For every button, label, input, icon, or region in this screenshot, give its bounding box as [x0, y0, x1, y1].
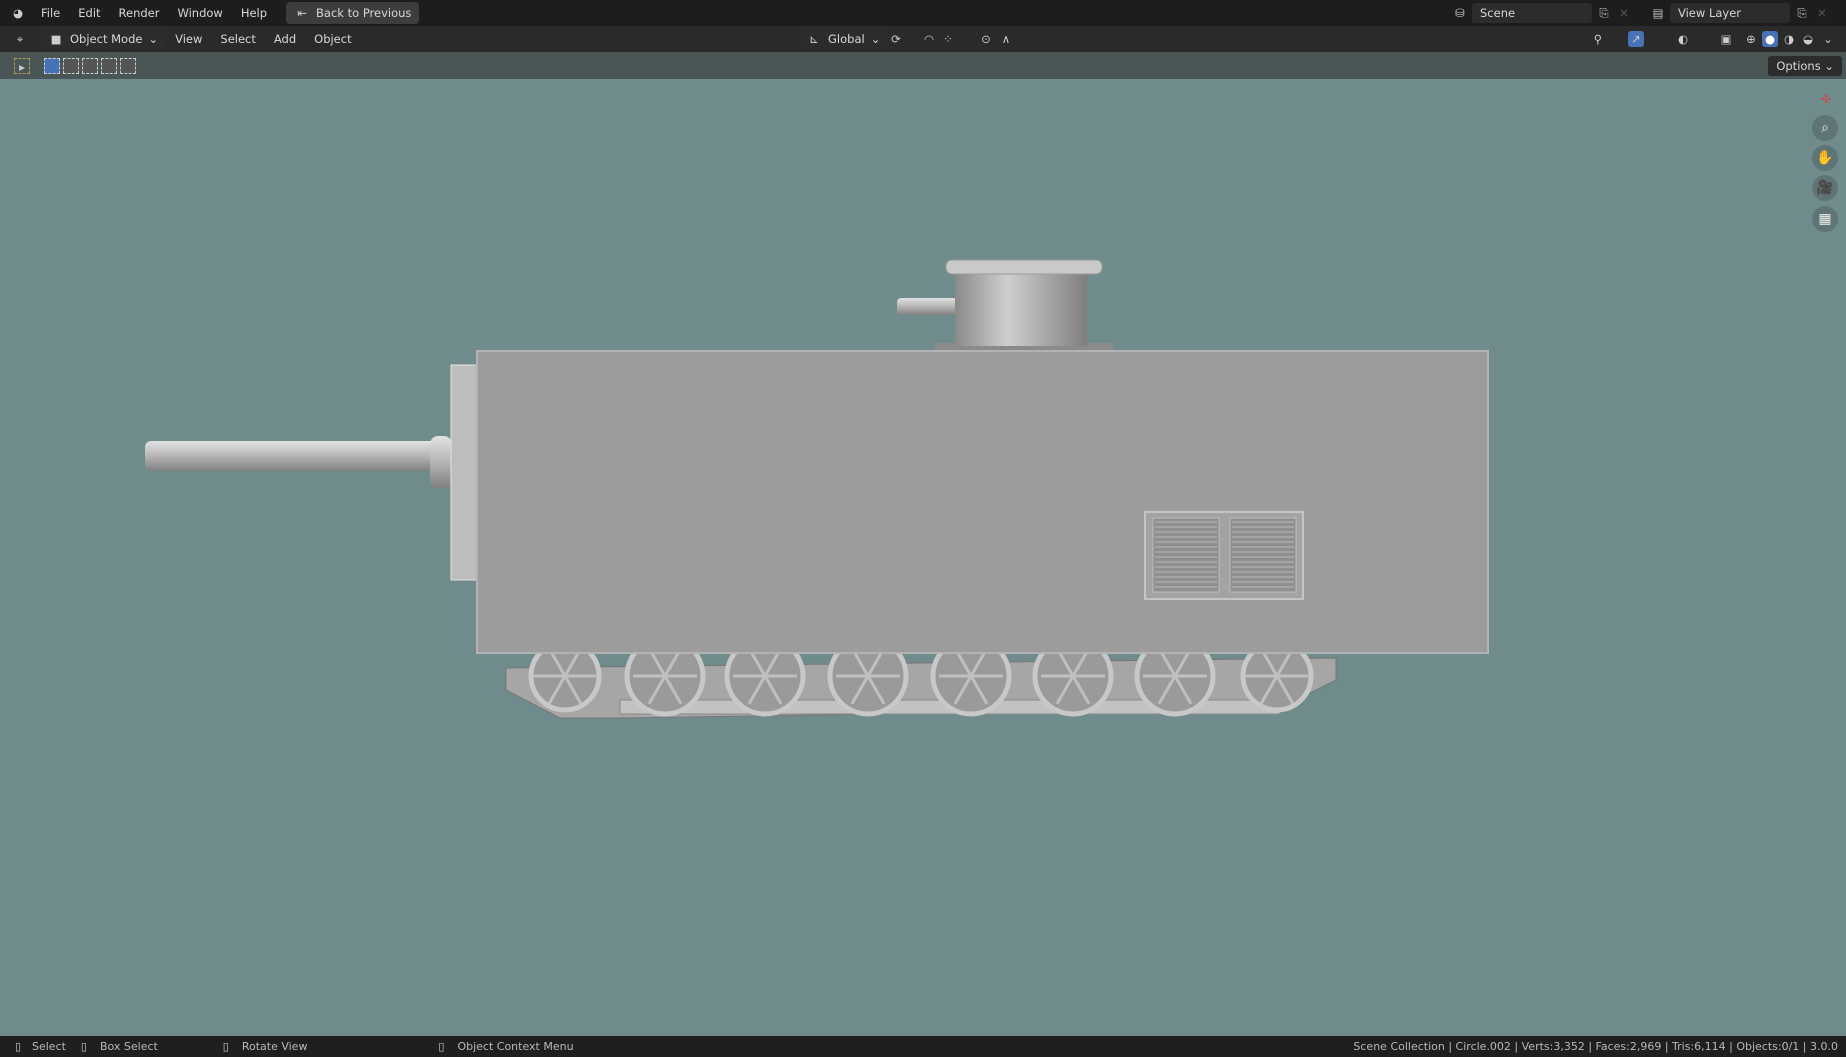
pan-hand-icon[interactable]: ✋	[1812, 145, 1838, 171]
status-bar: ▯ Select ▯ Box Select ▯ Rotate View ▯ Ob…	[0, 1036, 1846, 1057]
status-context-menu: Object Context Menu	[457, 1040, 574, 1053]
tank-model[interactable]	[0, 0, 1846, 957]
barrel	[145, 441, 445, 471]
3d-viewport[interactable]: ✣ ⌕ ✋ 🎥 ▦	[0, 79, 1846, 1036]
axis-gizmo-icon[interactable]: ✣	[1818, 91, 1834, 107]
mouse-middle-icon: ▯	[222, 1039, 229, 1053]
scene-statistics: Scene Collection | Circle.002 | Verts:3,…	[1353, 1040, 1838, 1053]
front-plate	[450, 364, 478, 581]
barrel-mantlet	[430, 436, 452, 488]
turret-lid	[945, 259, 1103, 275]
hull	[477, 351, 1488, 653]
zoom-icon[interactable]: ⌕	[1812, 115, 1838, 141]
mouse-drag-icon: ▯	[80, 1039, 87, 1053]
camera-icon[interactable]: 🎥	[1812, 175, 1838, 201]
status-rotate: Rotate View	[241, 1040, 308, 1053]
status-select: Select	[32, 1040, 66, 1053]
status-box-select: Box Select	[99, 1040, 158, 1053]
grid-perspective-icon[interactable]: ▦	[1812, 206, 1838, 232]
turret-gun	[897, 298, 957, 315]
mouse-right-icon: ▯	[438, 1039, 445, 1053]
vent	[1144, 511, 1304, 600]
turret	[955, 268, 1087, 346]
mouse-left-icon: ▯	[14, 1039, 22, 1053]
